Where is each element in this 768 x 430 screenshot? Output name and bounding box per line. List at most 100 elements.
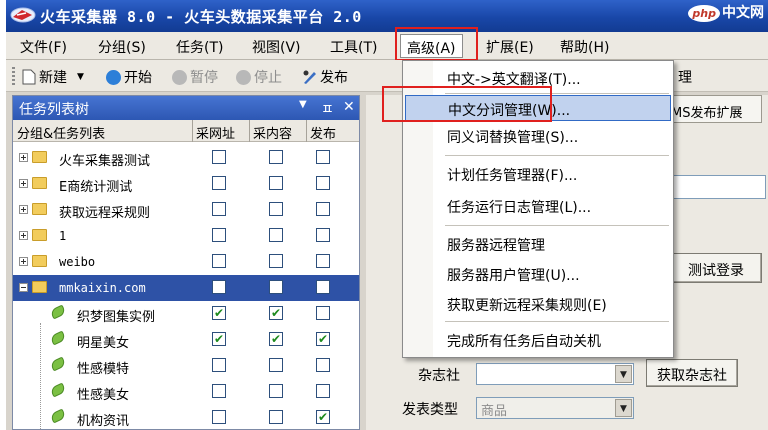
pin-icon[interactable]: ㅍ (321, 99, 334, 119)
app-logo-icon (10, 7, 36, 23)
menu-item-server-remote[interactable]: 服务器远程管理 (405, 231, 671, 257)
collect-url-checkbox[interactable] (212, 254, 226, 268)
col-divider[interactable] (306, 120, 307, 142)
tree-row-folder[interactable]: 1 (13, 223, 359, 249)
menu-item-scheduler[interactable]: 计划任务管理器(F)... (405, 161, 671, 187)
publish-checkbox[interactable] (316, 254, 330, 268)
menu-item-auto-shutdown[interactable]: 完成所有任务后自动关机 (405, 327, 671, 353)
collect-content-checkbox[interactable] (269, 202, 283, 216)
tree-row-folder[interactable]: weibo (13, 249, 359, 275)
collect-content-checkbox[interactable] (269, 176, 283, 190)
collect-url-checkbox[interactable] (212, 202, 226, 216)
toolbar-grip[interactable] (12, 67, 15, 85)
col-header-tasks[interactable]: 分组&任务列表 (17, 123, 105, 142)
publish-checkbox[interactable]: ✔ (316, 410, 330, 424)
test-login-button[interactable]: 测试登录 (670, 253, 762, 283)
collect-content-checkbox[interactable]: ✔ (269, 332, 283, 346)
collect-content-checkbox[interactable] (269, 410, 283, 424)
start-button[interactable]: 开始 (106, 67, 152, 87)
tree-row-task[interactable]: 性感模特 (13, 353, 359, 379)
task-icon (49, 330, 67, 346)
publish-checkbox[interactable] (316, 228, 330, 242)
menu-item-run-log[interactable]: 任务运行日志管理(L)... (405, 193, 671, 219)
publish-checkbox[interactable] (316, 358, 330, 372)
menu-help[interactable]: 帮助(H) (560, 37, 609, 57)
publish-checkbox[interactable] (316, 202, 330, 216)
collect-url-checkbox[interactable] (212, 228, 226, 242)
folder-icon (32, 203, 47, 215)
menu-file[interactable]: 文件(F) (20, 37, 67, 57)
pause-button[interactable]: 暂停 (172, 67, 218, 87)
folder-icon (32, 229, 47, 241)
collapse-icon[interactable] (19, 283, 28, 292)
publish-checkbox[interactable] (316, 306, 330, 320)
tree-row-folder[interactable]: 获取远程采规则 (13, 197, 359, 223)
get-magazine-button[interactable]: 获取杂志社 (646, 359, 738, 387)
expand-icon[interactable] (19, 205, 28, 214)
collect-url-checkbox[interactable]: ✔ (212, 332, 226, 346)
panel-menu-icon[interactable]: ▼ (299, 99, 307, 110)
magazine-select[interactable]: ▼ (476, 363, 634, 385)
collect-url-checkbox[interactable] (212, 176, 226, 190)
collect-url-checkbox[interactable] (212, 150, 226, 164)
menu-tools[interactable]: 工具(T) (330, 37, 377, 57)
folder-icon (32, 255, 47, 267)
collect-content-checkbox[interactable] (269, 254, 283, 268)
menu-group[interactable]: 分组(S) (98, 37, 146, 57)
publish-checkbox[interactable] (316, 176, 330, 190)
collect-content-checkbox[interactable] (269, 150, 283, 164)
publish-type-select[interactable]: 商品 ▼ (476, 397, 634, 419)
task-group-name: mmkaixin.com (59, 281, 146, 295)
tree-row-folder-selected[interactable]: mmkaixin.com (13, 275, 359, 301)
close-icon[interactable]: ✕ (343, 99, 355, 115)
tree-row-folder[interactable]: E商统计测试 (13, 171, 359, 197)
collect-url-checkbox[interactable] (212, 410, 226, 424)
publish-checkbox[interactable] (316, 384, 330, 398)
menu-view[interactable]: 视图(V) (252, 37, 301, 57)
publish-checkbox[interactable] (316, 280, 330, 294)
tree-row-task[interactable]: 织梦图集实例 ✔ ✔ (13, 301, 359, 327)
task-columns-header: 分组&任务列表 采网址 采内容 发布 (13, 120, 359, 142)
tab-publish-extension[interactable]: MS发布扩展 (666, 95, 762, 123)
expand-icon[interactable] (19, 257, 28, 266)
expand-icon[interactable] (19, 153, 28, 162)
collect-content-checkbox[interactable] (269, 280, 283, 294)
collect-url-checkbox[interactable] (212, 358, 226, 372)
tree-row-task[interactable]: 明星美女 ✔ ✔ ✔ (13, 327, 359, 353)
chevron-down-icon[interactable]: ▼ (615, 399, 632, 417)
publish-checkbox[interactable] (316, 150, 330, 164)
col-header-publish[interactable]: 发布 (310, 123, 336, 142)
stop-button[interactable]: 停止 (236, 67, 282, 87)
text-field[interactable] (666, 175, 766, 199)
task-panel-title: 任务列表树 (19, 102, 89, 118)
collect-url-checkbox[interactable] (212, 280, 226, 294)
tree-row-folder[interactable]: 火车采集器测试 (13, 145, 359, 171)
task-group-name: E商统计测试 (59, 180, 133, 195)
col-divider[interactable] (192, 120, 193, 142)
collect-content-checkbox[interactable]: ✔ (269, 306, 283, 320)
menu-task[interactable]: 任务(T) (176, 37, 223, 57)
menu-extend[interactable]: 扩展(E) (486, 37, 534, 57)
collect-content-checkbox[interactable] (269, 358, 283, 372)
expand-icon[interactable] (19, 231, 28, 240)
col-header-content[interactable]: 采内容 (253, 123, 292, 142)
tree-row-task[interactable]: 性感美女 (13, 379, 359, 405)
expand-icon[interactable] (19, 179, 28, 188)
col-divider[interactable] (249, 120, 250, 142)
collect-url-checkbox[interactable]: ✔ (212, 306, 226, 320)
menu-bar: 文件(F) 分组(S) 任务(T) 视图(V) 工具(T) 高级(A) 扩展(E… (6, 32, 768, 60)
publish-checkbox[interactable]: ✔ (316, 332, 330, 346)
tree-row-task[interactable]: 机构资讯 ✔ (13, 405, 359, 429)
menu-item-update-rules[interactable]: 获取更新远程采集规则(E) (405, 291, 671, 317)
collect-content-checkbox[interactable] (269, 228, 283, 242)
publish-button[interactable]: 发布 (302, 67, 348, 87)
new-button[interactable]: 新建 ▼ (22, 67, 84, 87)
menu-item-server-users[interactable]: 服务器用户管理(U)... (405, 261, 671, 287)
chevron-down-icon[interactable]: ▼ (615, 365, 632, 383)
new-dropdown-icon[interactable]: ▼ (77, 72, 84, 82)
collect-content-checkbox[interactable] (269, 384, 283, 398)
col-header-url[interactable]: 采网址 (196, 123, 235, 142)
task-group-name: 获取远程采规则 (59, 206, 151, 221)
menu-item-synonym[interactable]: 同义词替换管理(S)... (405, 123, 671, 149)
collect-url-checkbox[interactable] (212, 384, 226, 398)
